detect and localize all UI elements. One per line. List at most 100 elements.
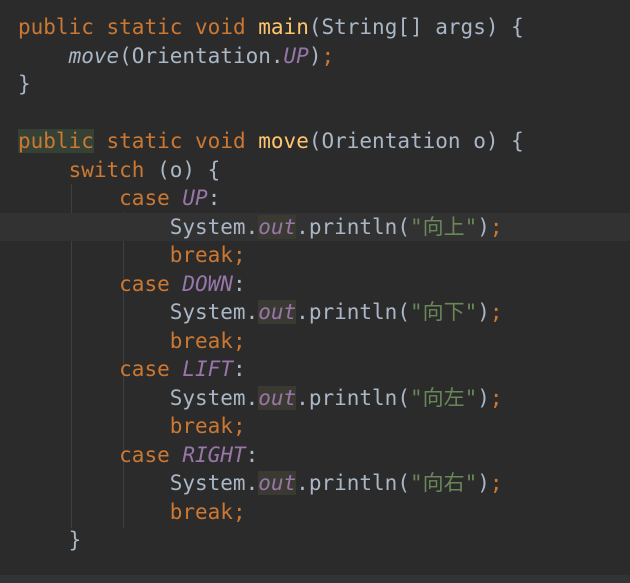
code-token: void xyxy=(195,15,246,39)
code-text: switch (o) { xyxy=(18,156,221,184)
code-token: ; xyxy=(489,385,503,410)
code-line[interactable]: case LIFT: xyxy=(0,355,630,383)
code-token: static xyxy=(106,15,183,39)
code-token: .println( xyxy=(296,214,410,239)
code-line[interactable]: case DOWN: xyxy=(0,270,630,298)
code-line[interactable]: break; xyxy=(0,412,630,440)
code-token: : xyxy=(207,186,221,210)
code-token: out xyxy=(258,300,297,324)
code-token: (Orientation. xyxy=(119,43,284,68)
code-token: : xyxy=(232,357,246,381)
code-text: case DOWN: xyxy=(18,270,246,298)
code-text: case UP: xyxy=(18,184,220,212)
code-token: "向右" xyxy=(409,471,478,495)
code-token: ) xyxy=(477,214,490,239)
code-token: .println( xyxy=(296,471,410,495)
code-text: break; xyxy=(18,327,246,355)
code-line[interactable]: case RIGHT: xyxy=(0,441,630,469)
code-line[interactable]: break; xyxy=(0,241,630,269)
code-token: public xyxy=(18,15,94,39)
code-token: case xyxy=(119,357,170,381)
code-text: case LIFT: xyxy=(18,355,246,383)
code-token: case xyxy=(119,186,170,210)
code-text: System.out.println("向右"); xyxy=(18,469,503,497)
code-text: } xyxy=(18,70,31,98)
code-text: public static void main(String[] args) { xyxy=(18,13,524,41)
code-token: public xyxy=(18,129,94,153)
code-token: System. xyxy=(169,471,259,495)
code-token: out xyxy=(258,471,297,495)
code-line[interactable]: break; xyxy=(0,327,630,355)
code-token: ) xyxy=(477,385,490,410)
code-token: switch xyxy=(68,157,145,182)
code-token: (Orientation o) { xyxy=(308,129,524,153)
code-line[interactable] xyxy=(0,99,630,127)
code-token: static xyxy=(106,129,183,153)
code-text: case RIGHT: xyxy=(18,441,258,469)
code-token: "向上" xyxy=(409,214,478,239)
code-line[interactable]: System.out.println("向左"); xyxy=(0,384,630,412)
code-line[interactable]: public static void move(Orientation o) { xyxy=(0,127,630,155)
code-text: break; xyxy=(18,498,246,526)
code-text: public static void move(Orientation o) { xyxy=(18,127,524,155)
code-token: } xyxy=(18,72,31,96)
code-token: ) xyxy=(308,43,322,68)
code-text: System.out.println("向左"); xyxy=(18,384,503,412)
code-line[interactable]: switch (o) { xyxy=(0,156,630,184)
code-line[interactable]: case UP: xyxy=(0,184,630,212)
code-line[interactable]: System.out.println("向下"); xyxy=(0,298,630,326)
code-token: ) xyxy=(477,471,490,495)
code-text: } xyxy=(18,526,82,554)
editor-bottom-edge xyxy=(0,575,630,583)
code-token: UP xyxy=(283,43,309,68)
code-token: (String[] args) { xyxy=(308,15,524,39)
code-token: "向左" xyxy=(409,385,478,410)
code-token: move xyxy=(258,129,309,153)
code-line[interactable]: } xyxy=(0,70,630,98)
code-text: move(Orientation.UP); xyxy=(18,42,335,70)
code-text: System.out.println("向下"); xyxy=(18,298,503,326)
code-token: System. xyxy=(169,385,259,410)
code-token: main xyxy=(258,15,309,39)
code-token: void xyxy=(195,129,246,153)
code-token: ; xyxy=(232,328,246,353)
code-token: case xyxy=(119,271,170,296)
code-token: break xyxy=(169,243,233,267)
code-line[interactable]: public static void main(String[] args) { xyxy=(0,13,630,41)
code-token: out xyxy=(258,385,297,410)
code-line[interactable]: break; xyxy=(0,498,630,526)
code-line[interactable]: } xyxy=(0,526,630,554)
code-text: System.out.println("向上"); xyxy=(18,213,503,241)
code-editor[interactable]: public static void main(String[] args) {… xyxy=(0,0,630,583)
code-line[interactable]: System.out.println("向上"); xyxy=(0,212,630,241)
code-token: ; xyxy=(232,243,246,267)
code-token: : xyxy=(232,271,246,296)
code-token: DOWN xyxy=(182,271,233,296)
code-token: ) xyxy=(477,300,490,324)
code-line[interactable]: System.out.println("向右"); xyxy=(0,469,630,497)
code-token: } xyxy=(68,528,82,552)
code-token: break xyxy=(169,414,233,438)
code-token: ; xyxy=(489,300,503,324)
code-token: ; xyxy=(232,414,246,438)
code-text: break; xyxy=(18,241,246,269)
code-line[interactable]: move(Orientation.UP); xyxy=(0,42,630,70)
